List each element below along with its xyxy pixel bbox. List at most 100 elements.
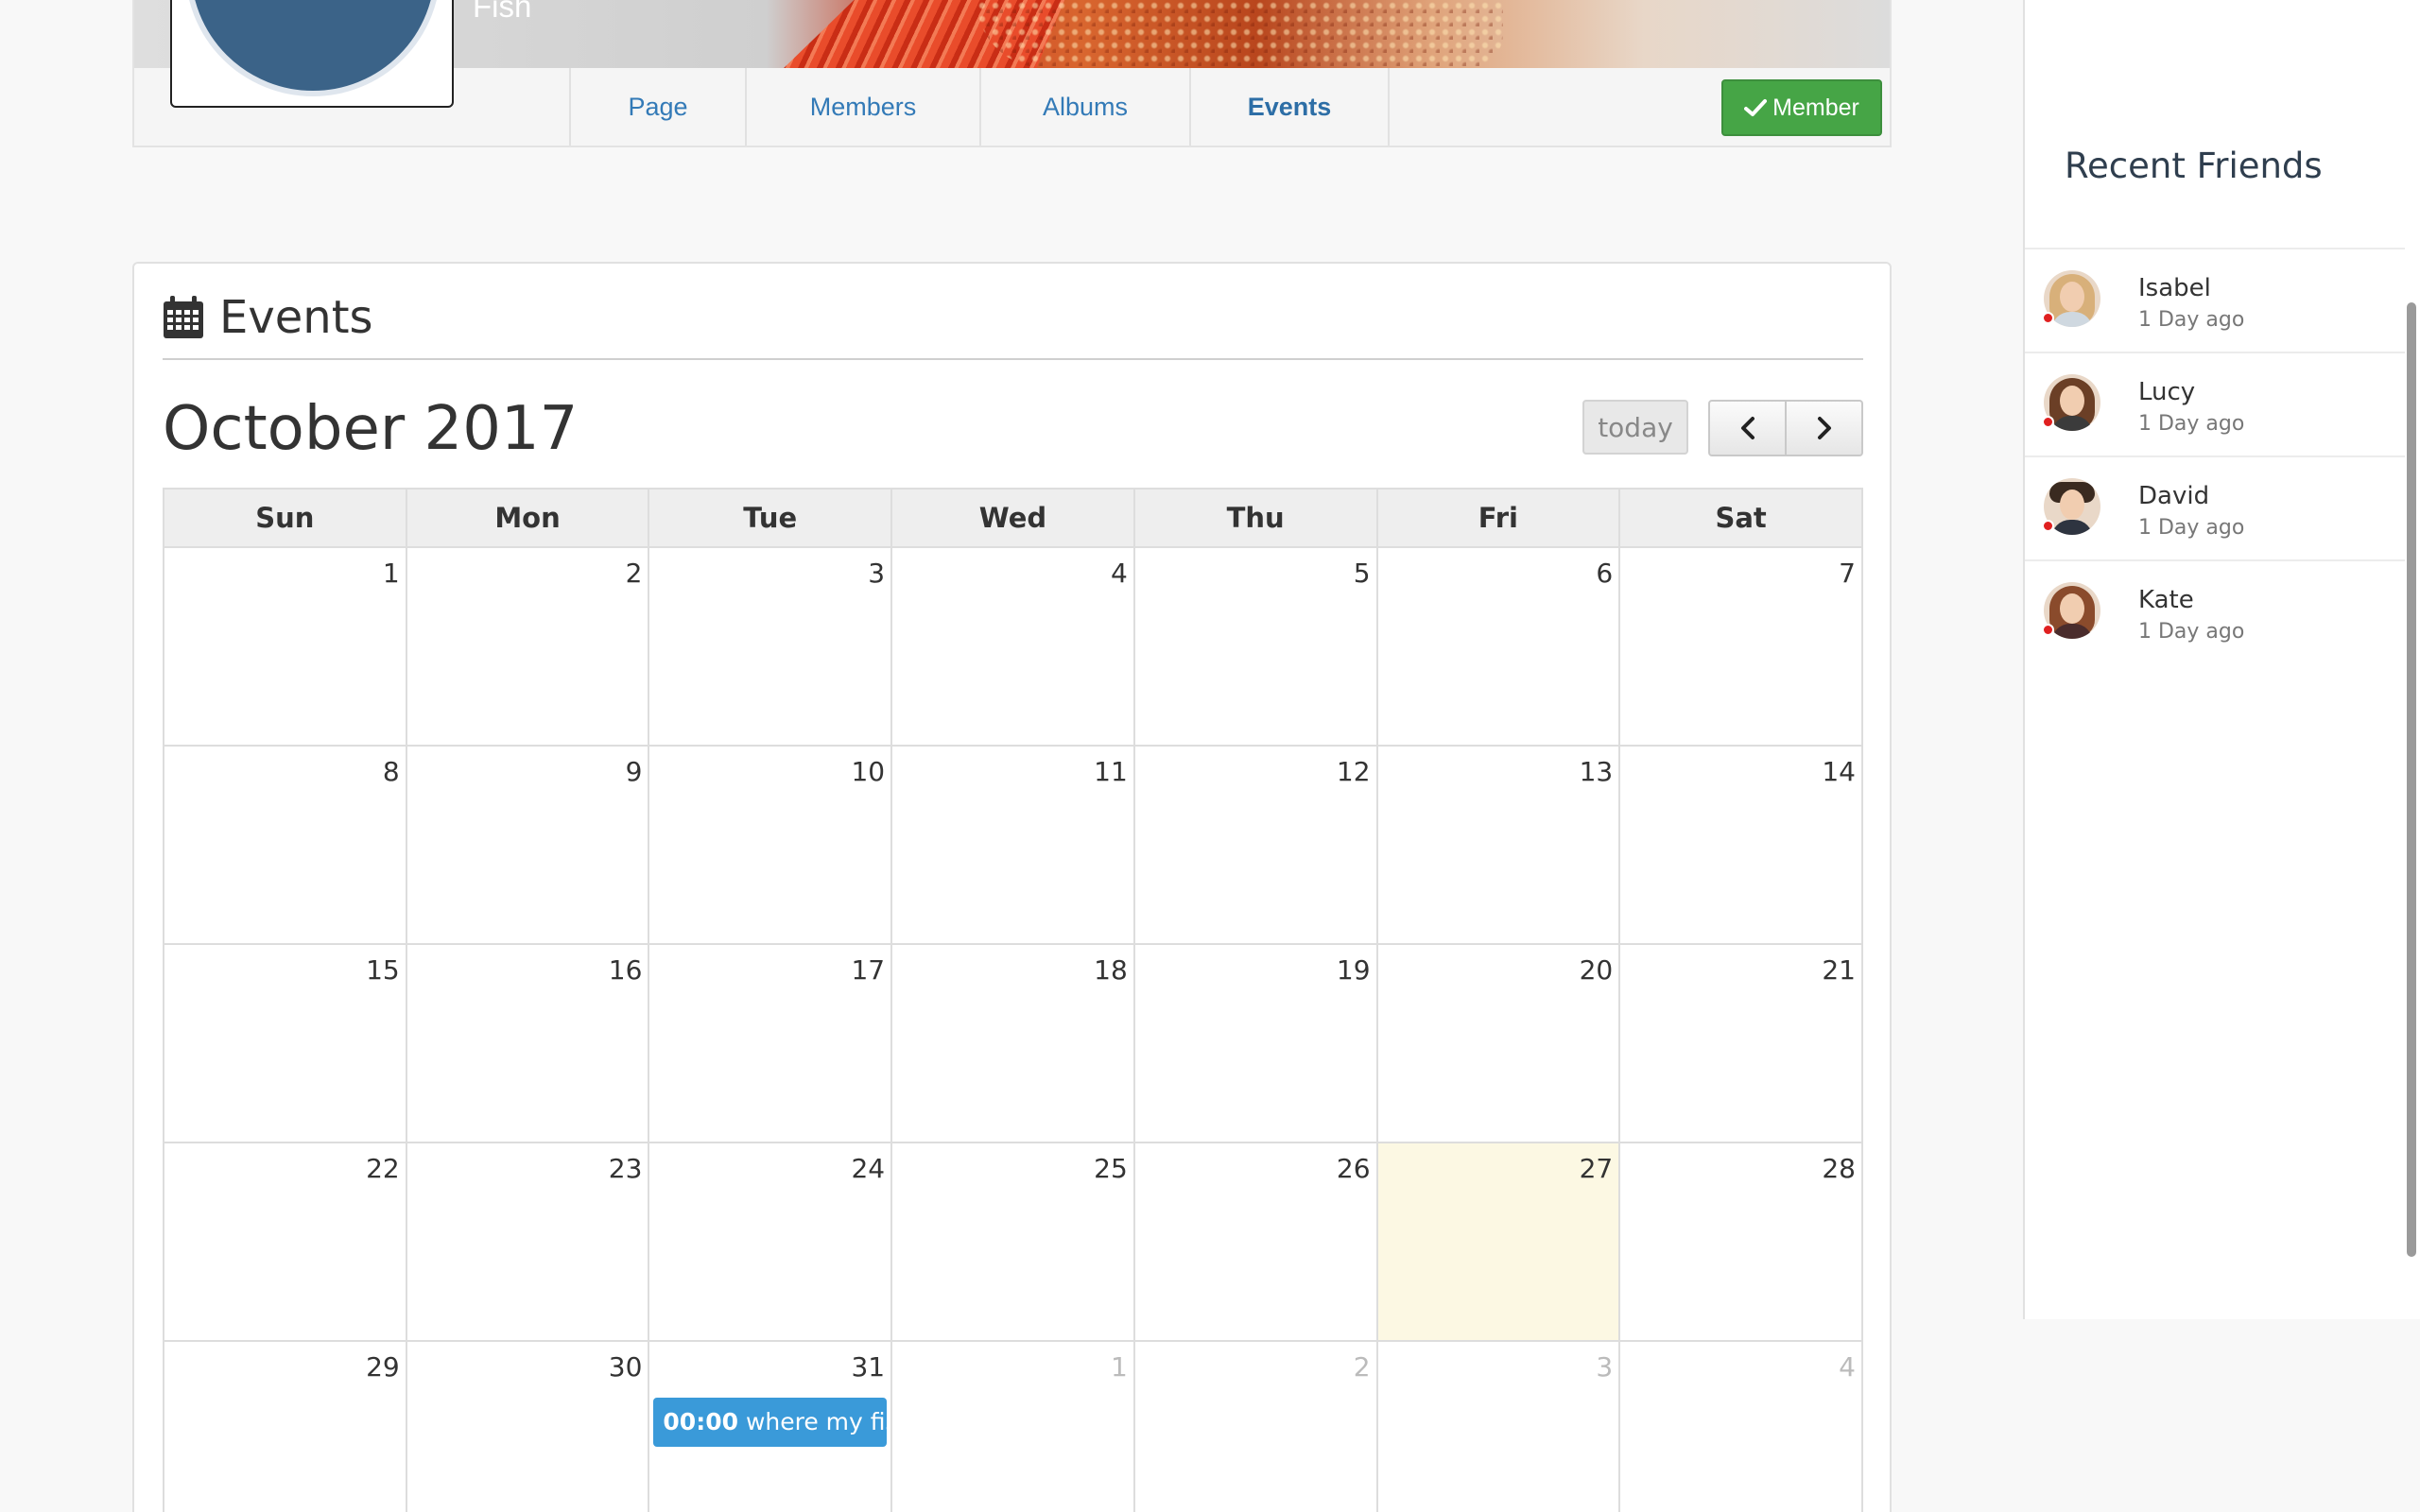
day-number: 31 [851,1351,886,1383]
day-cell[interactable]: 8 [163,745,407,945]
day-number: 13 [1579,756,1614,787]
day-number: 3 [1596,1351,1614,1383]
friend-name[interactable]: Kate [2138,586,2194,614]
day-cell[interactable]: 1 [163,546,407,747]
calendar-event[interactable]: 00:00 where my fish [653,1398,888,1447]
fish-scales-graphic [977,0,1504,68]
month-calendar: Sun Mon Tue Wed Thu Fri Sat 1 2 3 4 5 6 [163,488,1863,1512]
day-cell[interactable]: 12 [1132,745,1378,945]
tab-albums[interactable]: Albums [979,68,1189,146]
day-cell[interactable]: 16 [405,943,650,1143]
day-cell[interactable]: 24 [648,1142,893,1342]
day-number: 26 [1336,1153,1371,1184]
day-cell[interactable]: 13 [1375,745,1621,945]
day-cell-other-month[interactable]: 2 [1132,1340,1378,1512]
day-number: 1 [382,558,400,589]
friend-time: 1 Day ago [2138,412,2245,436]
friend-name[interactable]: Lucy [2138,378,2195,406]
events-heading: Events [163,291,1863,344]
day-cell[interactable]: 6 [1375,546,1621,747]
day-cell-today[interactable]: 27 [1375,1142,1621,1342]
day-number: 2 [625,558,643,589]
day-cell[interactable]: 2 [405,546,650,747]
online-status-dot [2042,312,2054,324]
day-number: 28 [1822,1153,1856,1184]
day-cell[interactable]: 9 [405,745,650,945]
next-month-button[interactable] [1787,400,1863,456]
day-cell[interactable]: 22 [163,1142,407,1342]
day-cell[interactable]: 15 [163,943,407,1143]
day-cell[interactable]: 25 [890,1142,1135,1342]
group-name[interactable]: Fish [473,0,531,25]
day-cell[interactable]: 7 [1618,546,1863,747]
day-cell[interactable]: 30 [405,1340,650,1512]
day-cell[interactable]: 31 00:00 where my fish [648,1340,893,1512]
day-cell[interactable]: 19 [1132,943,1378,1143]
day-cell[interactable]: 3 [648,546,893,747]
avatar-face [2060,593,2084,624]
day-cell-other-month[interactable]: 3 [1375,1340,1621,1512]
today-button[interactable]: today [1582,400,1688,455]
day-cell[interactable]: 28 [1618,1142,1863,1342]
chevron-left-icon [1740,417,1754,439]
weekday-header: Sun [163,488,407,548]
day-cell[interactable]: 11 [890,745,1135,945]
day-cell[interactable]: 29 [163,1340,407,1512]
online-status-dot [2042,416,2054,428]
day-number: 27 [1579,1153,1614,1184]
scrollbar-thumb[interactable] [2407,302,2416,1257]
friend-item[interactable]: David 1 Day ago [2025,455,2420,559]
day-cell[interactable]: 17 [648,943,893,1143]
day-number: 16 [608,954,643,986]
day-number: 4 [1110,558,1128,589]
friend-time: 1 Day ago [2138,620,2245,644]
day-cell[interactable]: 21 [1618,943,1863,1143]
friend-item[interactable]: Isabel 1 Day ago [2025,248,2420,352]
day-cell[interactable]: 18 [890,943,1135,1143]
member-button-label: Member [1772,94,1859,121]
tab-page[interactable]: Page [569,68,745,146]
day-number: 24 [851,1153,886,1184]
tab-members[interactable]: Members [745,68,979,146]
friend-item[interactable]: Kate 1 Day ago [2025,559,2420,663]
avatar-face [2060,282,2084,312]
day-number: 19 [1336,954,1371,986]
day-cell[interactable]: 14 [1618,745,1863,945]
group-avatar[interactable] [170,0,454,108]
weekday-header: Wed [890,488,1135,548]
day-cell[interactable]: 4 [890,546,1135,747]
event-time: 00:00 [663,1408,738,1435]
day-number: 7 [1839,558,1856,589]
weekday-header: Tue [648,488,893,548]
chevron-right-icon [1817,417,1831,439]
day-number: 8 [382,756,400,787]
day-number: 18 [1094,954,1128,986]
prev-month-button[interactable] [1708,400,1787,456]
day-number: 20 [1579,954,1614,986]
weekday-header-row: Sun Mon Tue Wed Thu Fri Sat [163,488,1863,548]
tab-events[interactable]: Events [1189,68,1390,146]
day-number: 14 [1822,756,1856,787]
day-cell-other-month[interactable]: 1 [890,1340,1135,1512]
day-number: 15 [366,954,400,986]
day-cell[interactable]: 23 [405,1142,650,1342]
week-row: 8 9 10 11 12 13 14 [163,745,1863,945]
events-panel: Events October 2017 today Sun Mon Tue We… [132,262,1892,1512]
weekday-header: Thu [1132,488,1378,548]
friend-name[interactable]: David [2138,482,2209,510]
member-button[interactable]: Member [1721,79,1882,136]
friend-time: 1 Day ago [2138,516,2245,540]
day-number: 9 [625,756,643,787]
day-cell[interactable]: 26 [1132,1142,1378,1342]
day-number: 10 [851,756,886,787]
friend-name[interactable]: Isabel [2138,274,2211,302]
day-cell-other-month[interactable]: 4 [1618,1340,1863,1512]
week-row: 15 16 17 18 19 20 21 [163,943,1863,1143]
friend-item[interactable]: Lucy 1 Day ago [2025,352,2420,455]
day-cell[interactable]: 10 [648,745,893,945]
week-row: 22 23 24 25 26 27 28 [163,1142,1863,1342]
day-cell[interactable]: 20 [1375,943,1621,1143]
day-number: 29 [366,1351,400,1383]
weekday-header: Mon [405,488,650,548]
day-cell[interactable]: 5 [1132,546,1378,747]
